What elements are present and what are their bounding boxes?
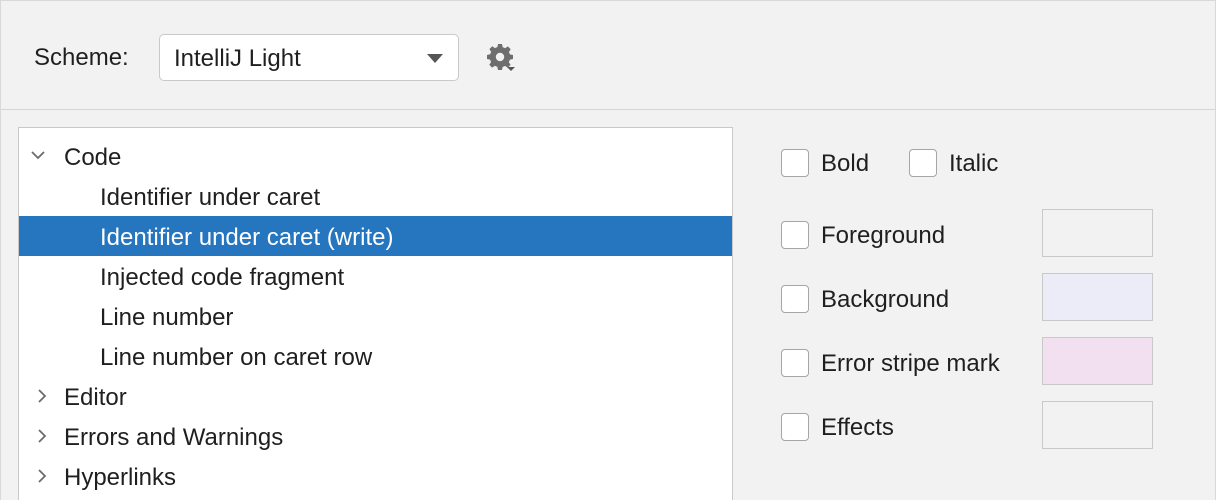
error-stripe-checkbox[interactable]: [781, 349, 809, 377]
tree-item-label: Injected code fragment: [100, 264, 345, 291]
chevron-right-icon[interactable]: [35, 429, 49, 443]
tree-item-label: Identifier under caret: [100, 184, 321, 211]
tree-item-errors-and-warnings[interactable]: Errors and Warnings: [19, 416, 732, 456]
background-label: Background: [821, 286, 950, 313]
tree-item-identifier-under-caret[interactable]: Identifier under caret: [19, 176, 732, 216]
tree-item-code[interactable]: Code: [19, 136, 732, 176]
effects-label: Effects: [821, 414, 894, 441]
italic-checkbox[interactable]: [909, 149, 937, 177]
color-scheme-settings-panel: Scheme: IntelliJ Light Code Identifier u…: [0, 0, 1216, 500]
foreground-label: Foreground: [821, 222, 946, 249]
tree-item-line-number[interactable]: Line number: [19, 296, 732, 336]
background-color-swatch[interactable]: [1042, 273, 1153, 321]
error-stripe-color-swatch[interactable]: [1042, 337, 1153, 385]
bold-label: Bold: [821, 150, 870, 177]
gear-icon[interactable]: [485, 42, 515, 72]
scheme-label: Scheme:: [34, 44, 129, 71]
tree-item-line-number-on-caret-row[interactable]: Line number on caret row: [19, 336, 732, 376]
effects-color-swatch[interactable]: [1042, 401, 1153, 449]
tree-item-label: Code: [64, 144, 122, 171]
foreground-checkbox[interactable]: [781, 221, 809, 249]
tree-item-editor[interactable]: Editor: [19, 376, 732, 416]
tree-item-label: Line number: [100, 304, 234, 331]
tree-item-label: Identifier under caret (write): [100, 224, 394, 251]
scheme-header: Scheme: IntelliJ Light: [1, 1, 1216, 110]
chevron-right-icon[interactable]: [35, 469, 49, 483]
tree-item-hyperlinks[interactable]: Hyperlinks: [19, 456, 732, 496]
background-checkbox[interactable]: [781, 285, 809, 313]
foreground-color-swatch[interactable]: [1042, 209, 1153, 257]
tree-item-identifier-under-caret-write[interactable]: Identifier under caret (write): [19, 216, 732, 256]
attribute-tree[interactable]: Code Identifier under caret Identifier u…: [18, 127, 733, 500]
chevron-right-icon[interactable]: [35, 389, 49, 403]
tree-item-label: Line number on caret row: [100, 344, 373, 371]
italic-label: Italic: [949, 150, 999, 177]
effects-checkbox[interactable]: [781, 413, 809, 441]
header-divider: [1, 109, 1216, 110]
chevron-down-icon[interactable]: [31, 148, 45, 162]
tree-item-label: Editor: [64, 384, 127, 411]
tree-item-label: Hyperlinks: [64, 464, 177, 491]
bold-checkbox[interactable]: [781, 149, 809, 177]
error-stripe-label: Error stripe mark: [821, 350, 1000, 377]
tree-item-injected-code-fragment[interactable]: Injected code fragment: [19, 256, 732, 296]
scheme-dropdown[interactable]: IntelliJ Light: [159, 34, 459, 81]
scheme-dropdown-value: IntelliJ Light: [174, 45, 301, 72]
tree-item-label: Errors and Warnings: [64, 424, 284, 451]
chevron-down-icon: [427, 54, 443, 63]
